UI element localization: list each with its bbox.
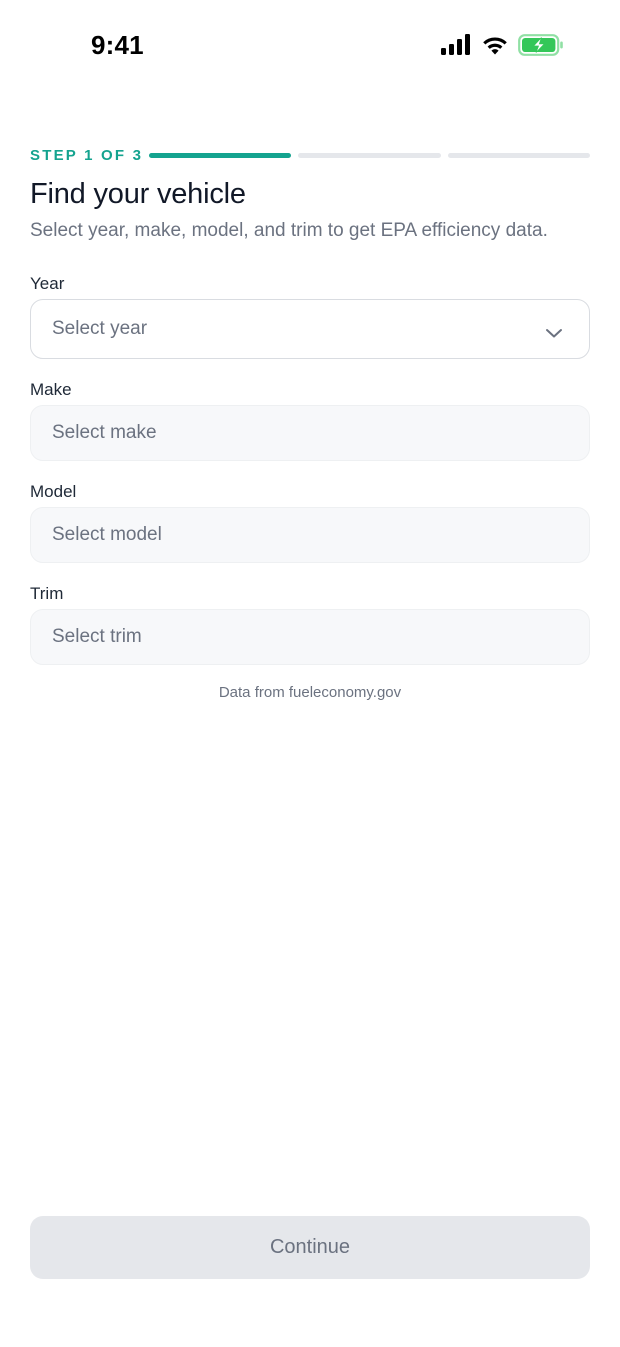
chevron-down-icon bbox=[545, 323, 563, 338]
year-select-placeholder: Select year bbox=[52, 318, 148, 339]
battery-charging-icon bbox=[518, 34, 564, 61]
page-title: Find your vehicle bbox=[30, 178, 246, 210]
data-source-note: Data from fueleconomy.gov bbox=[218, 684, 402, 701]
trim-select[interactable]: Select trim bbox=[30, 609, 590, 665]
status-icons bbox=[440, 34, 564, 61]
model-select-placeholder: Select model bbox=[52, 524, 162, 545]
make-label: Make bbox=[30, 380, 72, 399]
step-bar-3 bbox=[447, 152, 590, 158]
step-progress: STEP 1 OF 3 bbox=[30, 144, 590, 166]
step-bar-1 bbox=[149, 152, 292, 158]
page-subtitle: Select year, make, model, and trim to ge… bbox=[30, 220, 548, 241]
model-select[interactable]: Select model bbox=[30, 507, 590, 563]
step-progress-bars bbox=[149, 152, 590, 158]
year-label: Year bbox=[30, 274, 65, 293]
make-select-placeholder: Select make bbox=[52, 422, 157, 443]
model-label: Model bbox=[30, 482, 77, 501]
status-time: 9:41 bbox=[91, 30, 144, 60]
step-bar-2 bbox=[298, 152, 441, 158]
make-select[interactable]: Select make bbox=[30, 405, 590, 461]
step-label: STEP 1 OF 3 bbox=[30, 146, 144, 164]
status-bar: 9:41 bbox=[0, 0, 620, 92]
wifi-icon bbox=[481, 34, 509, 61]
continue-button[interactable]: Continue bbox=[30, 1216, 590, 1279]
vehicle-selection-screen: 9:41 STEP 1 OF 3 Find your vehicle Selec… bbox=[0, 0, 620, 1347]
trim-select-placeholder: Select trim bbox=[52, 626, 142, 647]
cellular-signal-icon bbox=[440, 34, 472, 61]
trim-label: Trim bbox=[30, 584, 64, 603]
year-select[interactable]: Select year bbox=[30, 299, 590, 359]
